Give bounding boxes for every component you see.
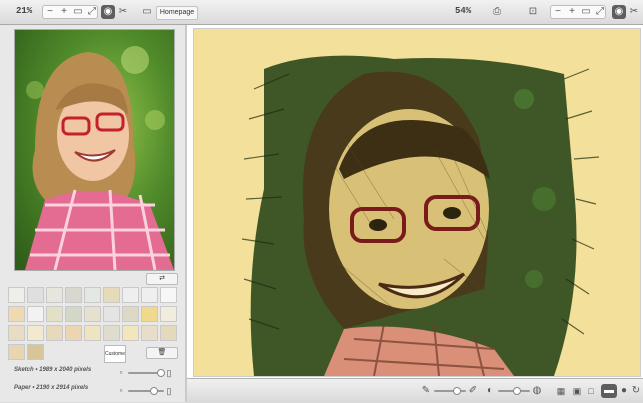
paper-texture-tile[interactable] (160, 287, 177, 303)
right-zoom-label: 54% (455, 6, 472, 16)
paper-texture-tile[interactable] (160, 325, 177, 341)
swap-button[interactable]: ⇄ (146, 273, 178, 285)
paper-texture-tile[interactable] (65, 325, 82, 341)
sketch-preview[interactable] (193, 28, 641, 377)
print-icon[interactable]: ⎙ (490, 5, 504, 19)
paper-texture-tile[interactable] (141, 325, 158, 341)
paper-texture-tile[interactable] (27, 344, 44, 360)
paper-texture-tile[interactable] (65, 287, 82, 303)
pencil-strength-slider[interactable] (434, 390, 466, 392)
paper-texture-tile[interactable] (8, 306, 25, 322)
brightness-knob[interactable] (513, 387, 521, 395)
paper-texture-tile[interactable] (8, 325, 25, 341)
paper-texture-tile[interactable] (103, 306, 120, 322)
eye-icon[interactable]: ◉ (612, 5, 626, 19)
crop-icon[interactable]: ✂ (627, 5, 641, 19)
paper-texture-tile[interactable] (103, 287, 120, 303)
large-paper-icon: ▯ (166, 386, 172, 396)
zoom-out-icon[interactable]: − (551, 5, 565, 19)
paper-texture-tile[interactable] (103, 325, 120, 341)
toggle-switch[interactable]: ▬ (601, 384, 617, 398)
paper-texture-tile[interactable] (46, 325, 63, 341)
white-frame-icon[interactable]: □ (584, 384, 598, 398)
large-doc-icon: ▯ (166, 368, 172, 378)
zoom-in-icon[interactable]: + (57, 5, 71, 19)
paper-texture-tile[interactable] (46, 306, 63, 322)
paper-texture-tile[interactable] (122, 287, 139, 303)
paper-texture-tile[interactable] (8, 344, 25, 360)
custom-paper-button[interactable]: Custome (104, 345, 126, 363)
paper-texture-tile[interactable] (27, 325, 44, 341)
paper-texture-tile[interactable] (65, 306, 82, 322)
paper-texture-tile[interactable] (84, 306, 101, 322)
main-canvas (187, 25, 643, 378)
paper-texture-tile[interactable] (8, 287, 25, 303)
portrait-photo (15, 30, 174, 270)
delete-paper-button[interactable]: 🗑 (146, 347, 178, 359)
frame-icon[interactable]: ▣ (570, 384, 584, 398)
paper-texture-tile[interactable] (122, 325, 139, 341)
zoom-in-icon[interactable]: + (565, 5, 579, 19)
paper-size-slider-knob[interactable] (150, 387, 158, 395)
small-paper-icon: ▫ (119, 386, 123, 395)
fit-screen-icon[interactable]: ▭ (71, 5, 85, 19)
export-icon[interactable]: ⊡ (526, 5, 540, 19)
rotate-icon[interactable]: ↻ (629, 384, 643, 398)
paper-size-slider[interactable] (128, 390, 164, 392)
brightness-low-icon[interactable]: ◐ (483, 384, 497, 398)
paper-texture-tile[interactable] (141, 306, 158, 322)
paper-texture-tile[interactable] (160, 306, 177, 322)
left-panel: ⇄ Custome 🗑 Sketch • 1989 x 2040 pixels … (0, 25, 186, 402)
homepage-button[interactable]: Homepage (156, 6, 198, 20)
zoom-out-icon[interactable]: − (43, 5, 57, 19)
bottom-toolbar: ✎ ✐ ◐ ◍ ▦ ▣ □ ▬ ● ↻ (187, 378, 643, 403)
top-toolbar: 21% − + ▭ ⤢ ◉ ✂ ▭ Homepage 54% ⎙ ⊡ − + ▭… (0, 0, 643, 25)
original-photo[interactable] (14, 29, 175, 271)
paper-texture-tile[interactable] (141, 287, 158, 303)
paper-size-label: Paper • 2190 x 2914 pixels (14, 385, 89, 391)
pencil-icon[interactable]: ✎ (419, 384, 433, 398)
paper-texture-tile[interactable] (84, 325, 101, 341)
left-zoom-label: 21% (16, 6, 33, 16)
paper-texture-tile[interactable] (46, 287, 63, 303)
color-wheel-icon[interactable]: ◍ (530, 384, 544, 398)
eye-icon[interactable]: ◉ (101, 5, 115, 19)
paper-texture-tile[interactable] (27, 306, 44, 322)
small-doc-icon: ▫ (119, 368, 123, 377)
fullscreen-icon[interactable]: ⤢ (593, 5, 607, 19)
grayscale-icon[interactable]: ▦ (554, 384, 568, 398)
sketch-artwork (194, 29, 640, 376)
pencil-strength-knob[interactable] (453, 387, 461, 395)
crop-icon[interactable]: ✂ (116, 5, 130, 19)
paper-texture-tile[interactable] (122, 306, 139, 322)
paper-texture-tile[interactable] (27, 287, 44, 303)
paper-texture-tile[interactable] (84, 287, 101, 303)
folder-icon[interactable]: ▭ (140, 5, 154, 19)
sketch-size-label: Sketch • 1989 x 2040 pixels (14, 367, 92, 373)
pencil-bold-icon[interactable]: ✐ (466, 384, 480, 398)
fullscreen-icon[interactable]: ⤢ (85, 5, 99, 19)
fit-screen-icon[interactable]: ▭ (579, 5, 593, 19)
